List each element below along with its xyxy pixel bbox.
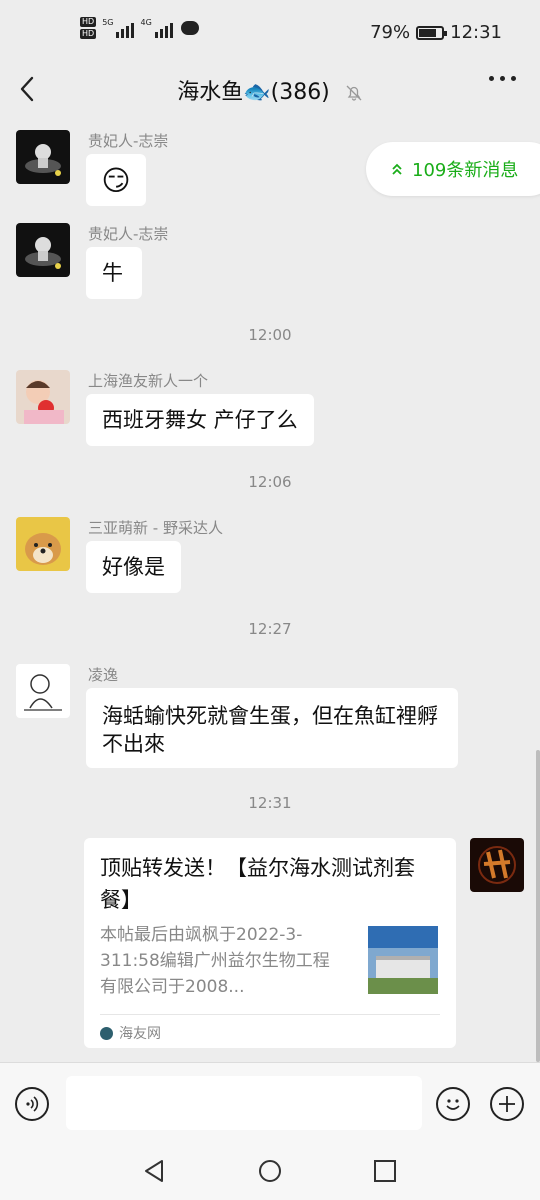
nav-home-icon[interactable] — [257, 1158, 283, 1184]
avatar[interactable] — [16, 223, 70, 277]
message-text: 牛 — [102, 261, 123, 285]
timestamp: 12:31 — [248, 794, 292, 812]
status-left: HD HD 5G 4G — [80, 17, 199, 39]
timestamp: 12:00 — [248, 326, 292, 344]
status-bar: HD HD 5G 4G 79% 12:31 — [0, 0, 540, 66]
scrollbar[interactable] — [536, 750, 540, 1062]
link-card-source: 海友网 — [100, 1014, 440, 1043]
sender-name: 贵妃人-志崇 — [88, 225, 169, 243]
bell-off-icon — [346, 85, 362, 101]
chat-header: 海水鱼🐟(386) — [0, 66, 540, 112]
message-item: 上海渔友新人一个 西班牙舞女 产仔了么 — [16, 370, 456, 450]
message-bubble[interactable]: 好像是 — [86, 541, 181, 593]
battery-percent: 79% — [370, 22, 411, 43]
status-right: 79% 12:31 — [370, 22, 502, 43]
avatar[interactable] — [16, 130, 70, 184]
message-input[interactable] — [66, 1076, 422, 1130]
signal-5g-icon: 5G — [102, 18, 135, 38]
message-bubble[interactable]: 海蛞蝓快死就會生蛋，但在魚缸裡孵不出來 — [86, 688, 458, 768]
message-text: 西班牙舞女 产仔了么 — [102, 408, 298, 432]
system-nav-bar — [0, 1146, 540, 1200]
signal-4g-icon: 4G — [140, 18, 173, 38]
sender-name: 上海渔友新人一个 — [88, 372, 209, 390]
avatar[interactable] — [16, 517, 70, 571]
message-text: 😏 — [101, 163, 131, 197]
message-bubble[interactable]: 😏 — [86, 154, 146, 206]
message-item: 贵妃人-志崇 牛 — [16, 223, 456, 303]
hd-badge-1: HD — [80, 17, 97, 27]
hd-badge-2: HD — [80, 29, 97, 39]
timestamp: 12:06 — [248, 473, 292, 491]
link-card[interactable]: 顶贴转发送！【益尔海水测试剂套餐】 本帖最后由飒枫于2022-3-311:58编… — [84, 838, 456, 1048]
message-item: 凌逸 海蛞蝓快死就會生蛋，但在魚缸裡孵不出來 — [16, 664, 466, 774]
input-bar — [0, 1062, 540, 1147]
network-4g-label: 4G — [140, 18, 152, 27]
source-logo-icon — [100, 1026, 113, 1040]
add-icon[interactable] — [490, 1087, 524, 1121]
voice-icon[interactable] — [15, 1087, 49, 1121]
sender-name: 贵妃人-志崇 — [88, 132, 169, 150]
hd-indicators: HD HD — [80, 17, 97, 39]
link-card-description: 本帖最后由飒枫于2022-3-311:58编辑广州益尔生物工程有限公司于2008… — [100, 925, 330, 997]
my-avatar[interactable] — [470, 838, 524, 892]
link-card-title: 顶贴转发送！【益尔海水测试剂套餐】 — [100, 856, 415, 912]
sender-name: 三亚萌新 - 野采达人 — [88, 519, 223, 537]
message-item: 三亚萌新 - 野采达人 好像是 — [16, 517, 456, 597]
network-5g-label: 5G — [102, 18, 114, 27]
avatar[interactable] — [16, 370, 70, 424]
emoji-icon[interactable] — [436, 1087, 470, 1121]
timestamp: 12:27 — [248, 620, 292, 638]
sender-name: 凌逸 — [88, 666, 119, 684]
battery-icon — [416, 25, 448, 40]
nav-back-icon[interactable] — [142, 1158, 168, 1184]
message-text: 海蛞蝓快死就會生蛋，但在魚缸裡孵不出來 — [102, 704, 438, 756]
nav-recents-icon[interactable] — [372, 1158, 398, 1184]
chat-title: 海水鱼🐟(386) — [177, 80, 330, 105]
message-notification-icon — [180, 21, 199, 35]
message-bubble[interactable]: 西班牙舞女 产仔了么 — [86, 394, 314, 446]
message-text: 好像是 — [102, 555, 165, 579]
link-card-source-name: 海友网 — [119, 1026, 161, 1042]
message-bubble[interactable]: 牛 — [86, 247, 142, 299]
clock: 12:31 — [450, 22, 502, 43]
message-item: 贵妃人-志崇 😏 — [16, 130, 456, 210]
avatar[interactable] — [16, 664, 70, 718]
link-card-thumbnail — [368, 926, 438, 994]
chat-title-wrap: 海水鱼🐟(386) — [0, 74, 540, 106]
more-dots-icon[interactable] — [489, 76, 516, 81]
